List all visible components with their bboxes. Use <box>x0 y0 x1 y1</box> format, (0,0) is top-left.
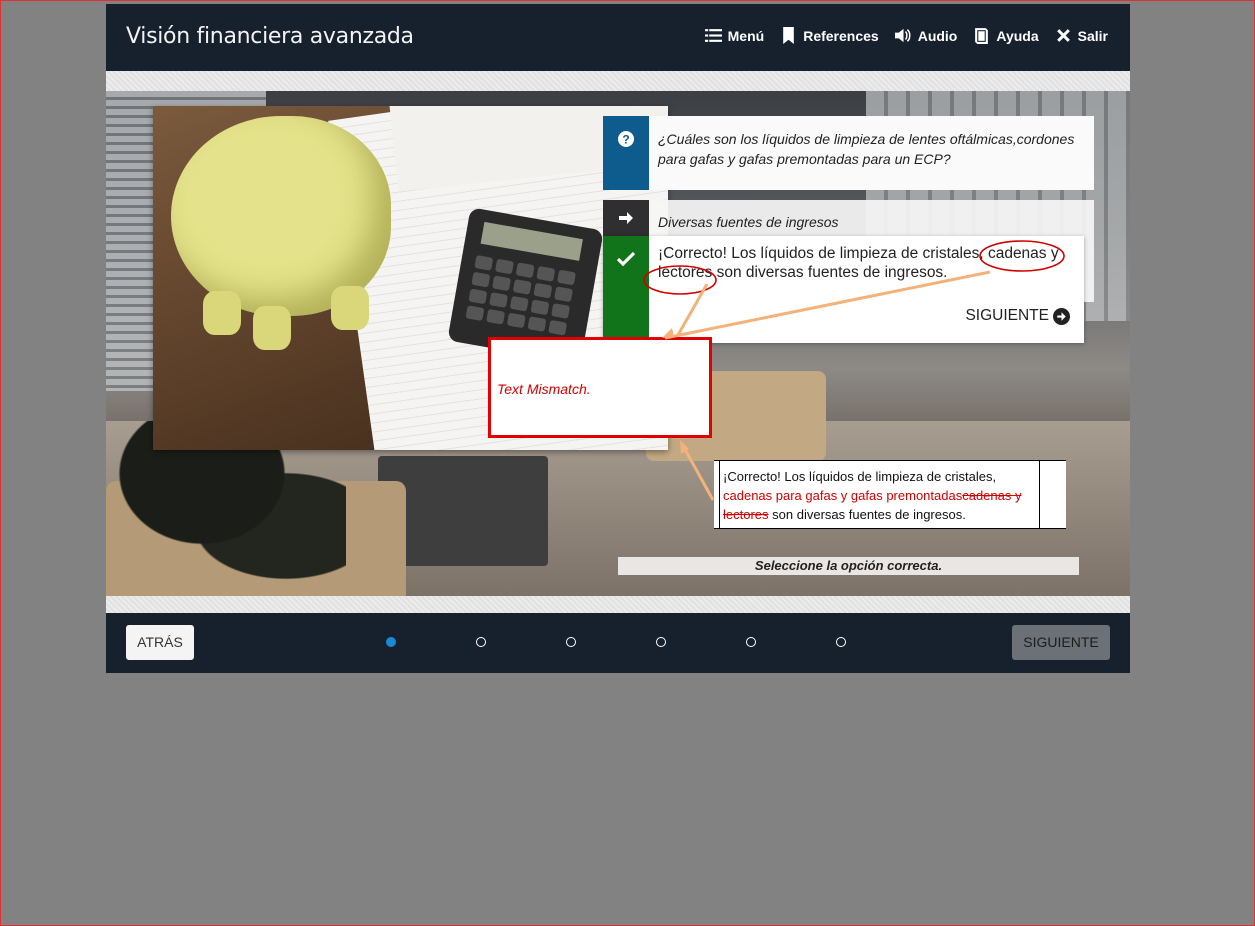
arrow-circle-right-icon <box>1053 307 1070 325</box>
question-icon: ? <box>618 131 634 147</box>
references-label: References <box>803 27 879 44</box>
piggy-leg <box>253 306 291 350</box>
correct-icon-box <box>603 236 649 343</box>
exit-button[interactable]: Salir <box>1055 27 1108 44</box>
diff-inserted: cadenas para gafas y gafas premontadas <box>723 488 963 503</box>
arrow-right-icon <box>619 212 633 224</box>
close-icon <box>1056 29 1070 42</box>
bottom-bar: ATRÁS SIGUIENTE <box>106 613 1130 673</box>
question-icon-box: ? <box>603 116 649 190</box>
menu-button[interactable]: Menú <box>704 27 765 44</box>
calculator-screen <box>480 221 583 261</box>
text-mismatch-callout: Text Mismatch. <box>488 337 712 438</box>
page-dot[interactable] <box>566 637 576 647</box>
feedback-next-button[interactable]: SIGUIENTE <box>965 307 1070 325</box>
bookmark-icon <box>783 27 795 44</box>
help-label: Ayuda <box>996 27 1039 44</box>
speaker-icon <box>894 28 911 43</box>
diff-suffix: son diversas fuentes de ingresos. <box>772 507 966 522</box>
svg-text:?: ? <box>622 133 629 147</box>
top-navigation: Menú References Audio Ayuda Salir <box>704 27 1108 44</box>
top-bar: Visión financiera avanzada Menú Referenc… <box>106 4 1130 71</box>
feedback-panel: ¡Correcto! Los líquidos de limpieza de c… <box>603 236 1084 343</box>
diff-text: ¡Correcto! Los líquidos de limpieza de c… <box>723 467 1043 524</box>
exit-label: Salir <box>1077 27 1108 44</box>
piggy-leg <box>331 286 369 330</box>
option-arrow-box <box>603 200 649 236</box>
text-diff-box: ¡Correcto! Los líquidos de limpieza de c… <box>714 460 1066 529</box>
list-icon <box>704 29 722 42</box>
question-panel: ? ¿Cuáles son los líquidos de limpieza d… <box>603 116 1094 190</box>
bottom-stripe <box>106 596 1130 613</box>
audio-button[interactable]: Audio <box>894 27 958 44</box>
feedback-next-label: SIGUIENTE <box>965 307 1049 324</box>
page-dots <box>386 637 846 647</box>
page-dot[interactable] <box>656 637 666 647</box>
page-dot[interactable] <box>746 637 756 647</box>
diff-prefix: ¡Correcto! Los líquidos de limpieza de c… <box>723 469 997 484</box>
references-button[interactable]: References <box>780 27 879 44</box>
back-button[interactable]: ATRÁS <box>126 625 194 660</box>
top-stripe <box>106 71 1130 91</box>
mismatch-label: Text Mismatch. <box>497 381 591 397</box>
course-title: Visión financiera avanzada <box>126 24 414 49</box>
next-button[interactable]: SIGUIENTE <box>1012 625 1110 660</box>
page-dot[interactable] <box>836 637 846 647</box>
instruction-text: Seleccione la opción correcta. <box>618 557 1079 575</box>
audio-label: Audio <box>917 27 958 44</box>
question-text: ¿Cuáles son los líquidos de limpieza de … <box>658 131 1075 167</box>
book-icon <box>975 28 989 44</box>
option-text: Diversas fuentes de ingresos <box>658 214 839 230</box>
piggy-leg <box>203 291 241 335</box>
checkmark-icon <box>616 251 636 267</box>
calculator-keys <box>465 255 577 336</box>
page-dot[interactable] <box>386 637 396 647</box>
menu-label: Menú <box>727 27 765 44</box>
feedback-text: ¡Correcto! Los líquidos de limpieza de c… <box>658 245 1059 281</box>
page-dot[interactable] <box>476 637 486 647</box>
help-button[interactable]: Ayuda <box>973 27 1039 44</box>
